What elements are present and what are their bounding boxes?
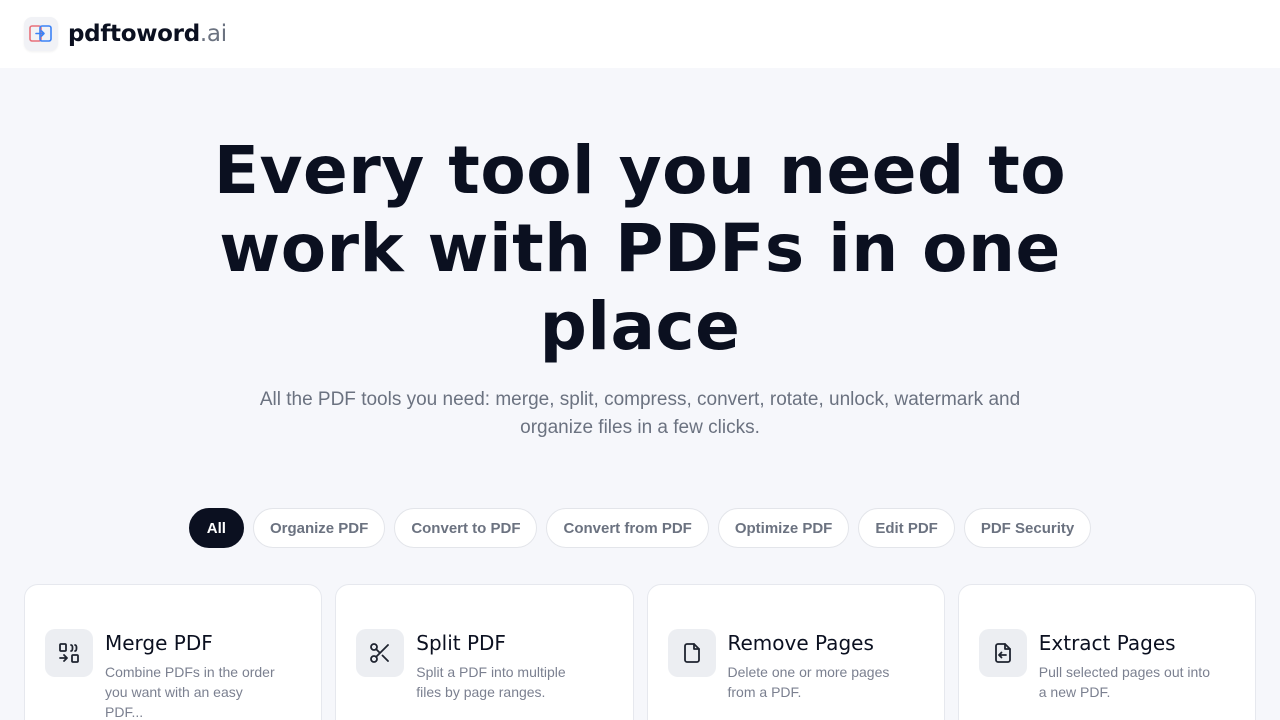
tool-card-merge-pdf[interactable]: Merge PDF Combine PDFs in the order you … <box>24 584 323 720</box>
scissors-icon <box>356 629 405 677</box>
tool-title: Merge PDF <box>105 631 213 655</box>
tool-description: Combine PDFs in the order you want with … <box>105 664 275 720</box>
top-header: pdftoword.ai <box>0 0 1280 68</box>
tool-description: Delete one or more pages from a PDF. <box>727 664 890 700</box>
filter-organize-pdf[interactable]: Organize PDF <box>252 508 386 548</box>
tool-card-body: Extract Pages Pull selected pages out in… <box>1039 629 1217 720</box>
brand-tld: .ai <box>199 21 227 47</box>
hero-section: Every tool you need to work with PDFs in… <box>0 68 1280 442</box>
logo-icon <box>24 17 58 51</box>
brand-name: pdftoword.ai <box>68 21 227 47</box>
tool-card-body: Remove Pages Delete one or more pages fr… <box>728 629 906 720</box>
tool-title: Extract Pages <box>1038 631 1176 655</box>
hero-title: Every tool you need to work with PDFs in… <box>213 132 1067 365</box>
tool-title: Split PDF <box>416 631 506 655</box>
tool-card-body: Merge PDF Combine PDFs in the order you … <box>105 629 283 720</box>
file-export-icon <box>978 629 1027 677</box>
tool-description: Pull selected pages out into a new PDF. <box>1038 664 1210 700</box>
tool-title: Remove Pages <box>727 631 874 655</box>
tool-description: Split a PDF into multiple files by page … <box>416 664 566 700</box>
filter-edit-pdf[interactable]: Edit PDF <box>858 508 955 548</box>
tool-card-extract-pages[interactable]: Extract Pages Pull selected pages out in… <box>957 584 1256 720</box>
file-icon <box>667 629 716 677</box>
filter-pdf-security[interactable]: PDF Security <box>963 508 1092 548</box>
tool-card-split-pdf[interactable]: Split PDF Split a PDF into multiple file… <box>335 584 634 720</box>
filter-all[interactable]: All <box>188 508 244 548</box>
tool-card-remove-pages[interactable]: Remove Pages Delete one or more pages fr… <box>646 584 945 720</box>
merge-icon <box>45 629 93 677</box>
tool-card-body: Split PDF Split a PDF into multiple file… <box>416 629 594 720</box>
filter-optimize-pdf[interactable]: Optimize PDF <box>717 508 850 548</box>
filter-convert-to-pdf[interactable]: Convert to PDF <box>394 508 538 548</box>
category-filters: All Organize PDF Convert to PDF Convert … <box>0 508 1280 548</box>
tool-grid: Merge PDF Combine PDFs in the order you … <box>0 584 1280 720</box>
brand-logo[interactable]: pdftoword.ai <box>24 17 227 51</box>
filter-convert-from-pdf[interactable]: Convert from PDF <box>546 508 709 548</box>
hero-subtitle: All the PDF tools you need: merge, split… <box>259 389 1021 438</box>
